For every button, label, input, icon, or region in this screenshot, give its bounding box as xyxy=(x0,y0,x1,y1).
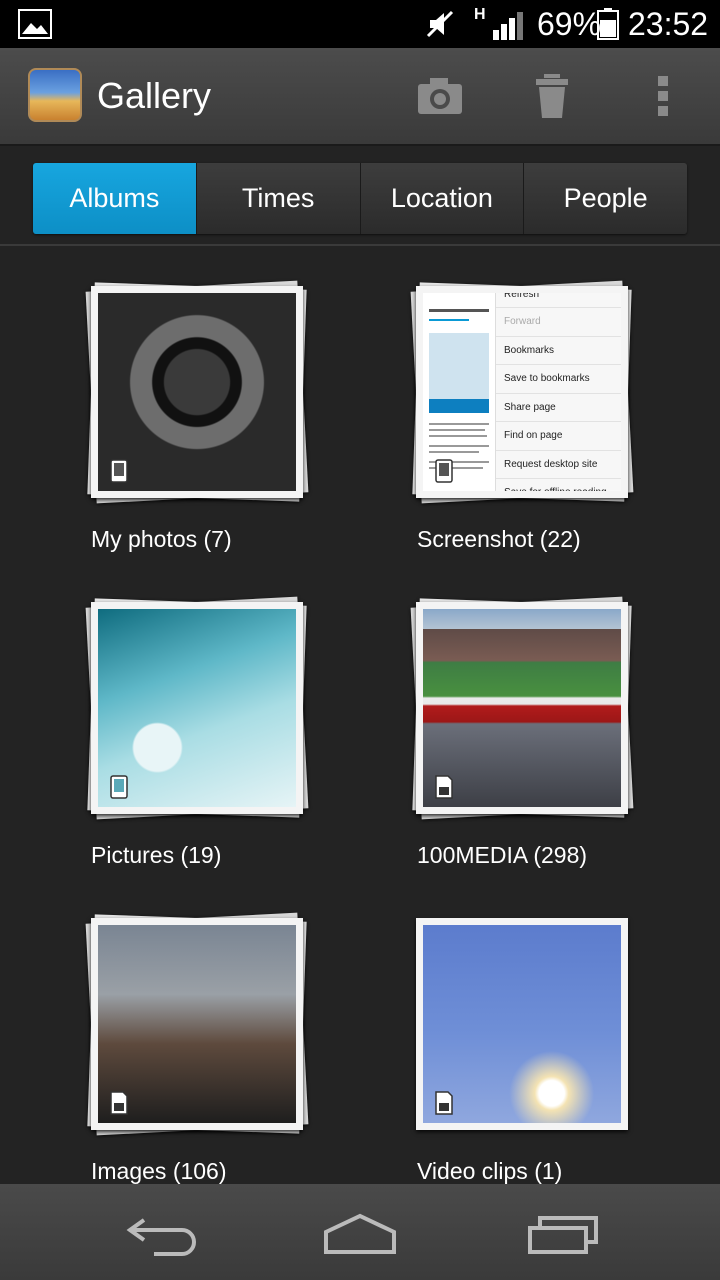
tab-times[interactable]: Times xyxy=(195,163,360,234)
screenshot-menu-preview: Refresh Forward Bookmarks Save to bookma… xyxy=(495,293,621,491)
album-thumbnail xyxy=(85,596,309,820)
album-images[interactable]: Images (106) xyxy=(85,912,345,1204)
album-thumbnail xyxy=(85,280,309,504)
album-label: 100MEDIA (298) xyxy=(417,842,588,868)
camera-icon[interactable] xyxy=(414,70,466,122)
menu-preview-item: Bookmarks xyxy=(496,337,621,365)
status-bar: H 69% 23:52 xyxy=(0,0,720,48)
album-label: My photos (7) xyxy=(91,526,232,552)
menu-preview-item: Find on page xyxy=(496,422,621,451)
sd-card-icon xyxy=(435,1091,453,1115)
clock: 23:52 xyxy=(628,6,709,42)
app-title: Gallery xyxy=(97,75,212,116)
tab-bar: Albums Times Location People xyxy=(33,163,687,234)
tab-location[interactable]: Location xyxy=(359,163,524,234)
phone-storage-icon xyxy=(435,459,453,483)
overflow-menu-icon[interactable] xyxy=(640,70,686,122)
menu-preview-item: Refresh xyxy=(496,293,621,308)
sd-card-icon xyxy=(110,1091,128,1115)
phone-storage-icon xyxy=(110,775,128,799)
album-screenshot[interactable]: Refresh Forward Bookmarks Save to bookma… xyxy=(410,280,670,572)
album-my-photos[interactable]: My photos (7) xyxy=(85,280,345,572)
album-thumbnail xyxy=(410,596,634,820)
phone-storage-icon xyxy=(110,459,128,483)
action-bar: Gallery xyxy=(0,48,720,146)
recent-apps-icon[interactable] xyxy=(524,1212,604,1256)
back-icon[interactable] xyxy=(124,1212,204,1256)
album-pictures[interactable]: Pictures (19) xyxy=(85,596,345,888)
menu-preview-item: Save for offline reading xyxy=(496,479,621,491)
menu-preview-item: Save to bookmarks xyxy=(496,365,621,394)
network-type: H xyxy=(474,6,486,23)
divider xyxy=(0,244,720,246)
tab-albums[interactable]: Albums xyxy=(33,163,196,234)
trash-icon[interactable] xyxy=(526,70,578,122)
album-label: Pictures (19) xyxy=(91,842,222,868)
album-thumbnail: Refresh Forward Bookmarks Save to bookma… xyxy=(410,280,634,504)
menu-preview-item: Forward xyxy=(496,308,621,337)
battery-percent: 69% xyxy=(537,6,602,42)
album-label: Video clips (1) xyxy=(417,1158,563,1184)
battery-icon xyxy=(597,8,619,40)
sd-card-icon xyxy=(435,775,453,799)
mute-icon xyxy=(426,10,454,38)
album-label: Images (106) xyxy=(91,1158,227,1184)
tab-people[interactable]: People xyxy=(523,163,687,234)
album-label: Screenshot (22) xyxy=(417,526,581,552)
gallery-app-icon[interactable] xyxy=(28,68,82,122)
gallery-notification-icon xyxy=(18,9,52,39)
menu-preview-item: Request desktop site xyxy=(496,451,621,479)
screenshot-page-preview xyxy=(429,309,489,469)
album-thumbnail xyxy=(85,912,309,1136)
navigation-bar xyxy=(0,1184,720,1280)
album-video-clips[interactable]: Video clips (1) xyxy=(410,914,670,1204)
home-icon[interactable] xyxy=(320,1212,400,1256)
album-100media[interactable]: 100MEDIA (298) xyxy=(410,596,670,888)
menu-preview-item: Share page xyxy=(496,394,621,422)
signal-icon xyxy=(493,12,523,40)
album-thumbnail xyxy=(416,918,628,1130)
